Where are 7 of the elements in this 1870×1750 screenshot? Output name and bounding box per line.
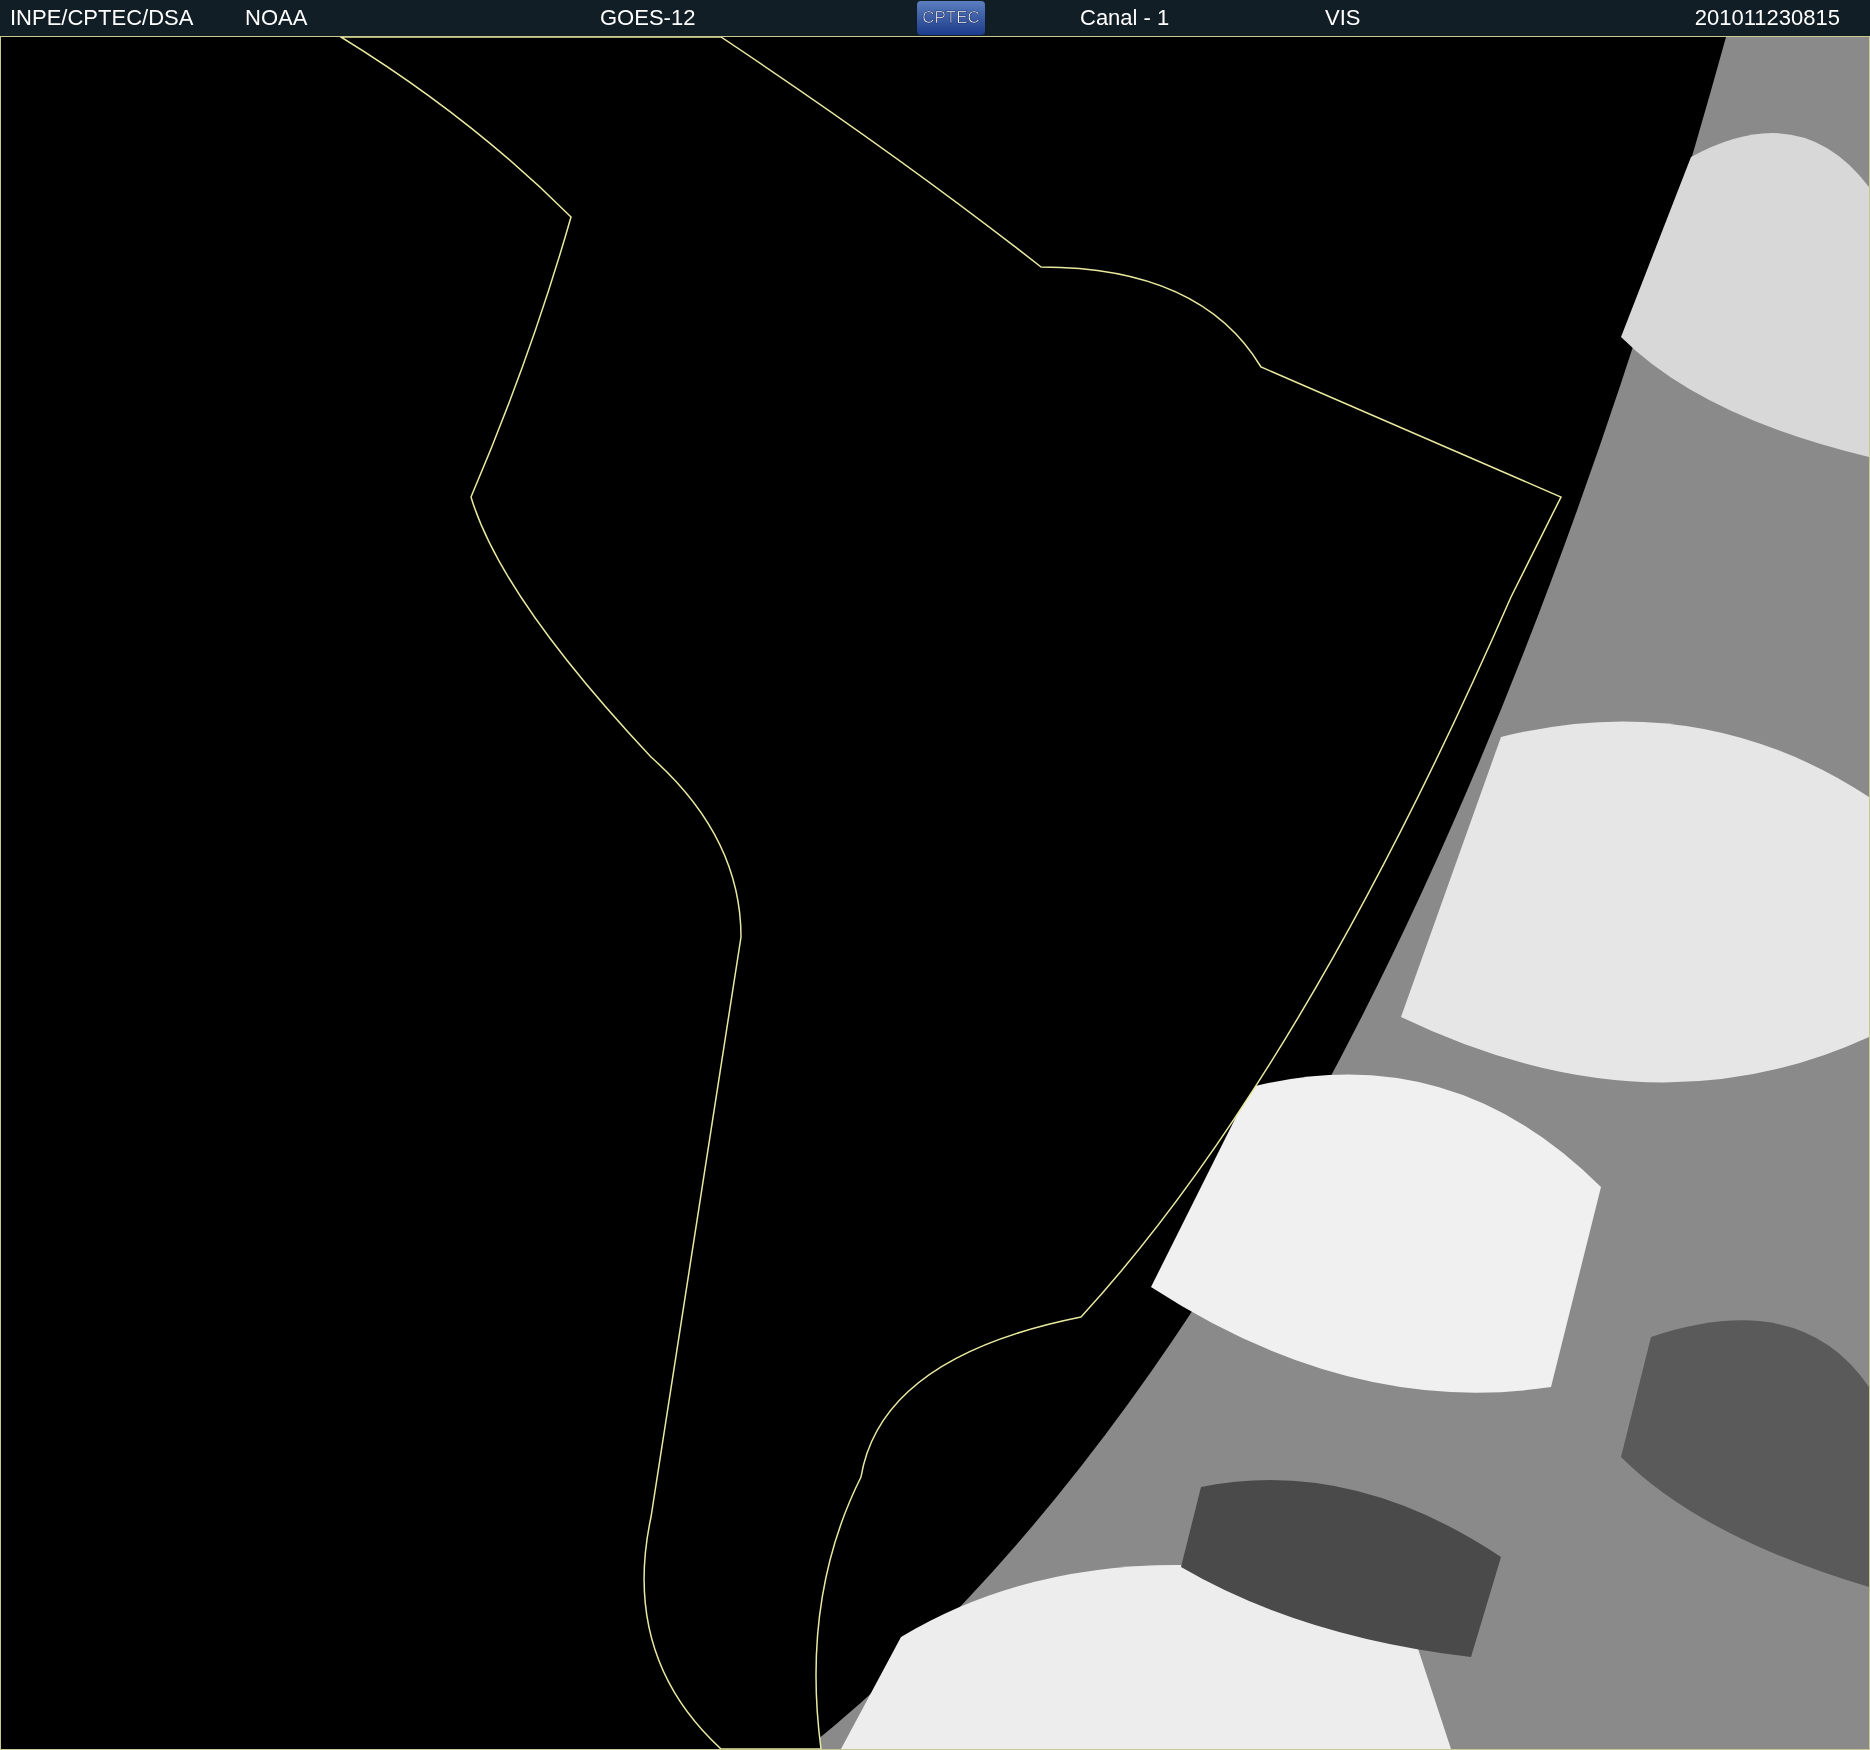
source-label: INPE/CPTEC/DSA — [10, 5, 195, 31]
satellite-label: GOES-12 — [600, 5, 697, 31]
agency-label: NOAA — [245, 5, 309, 31]
timestamp-label: 201011230815 — [1694, 5, 1840, 31]
channel-label: Canal - 1 — [1080, 5, 1171, 31]
cptec-logo: CPTEC — [917, 1, 985, 35]
band-label: VIS — [1325, 5, 1362, 31]
